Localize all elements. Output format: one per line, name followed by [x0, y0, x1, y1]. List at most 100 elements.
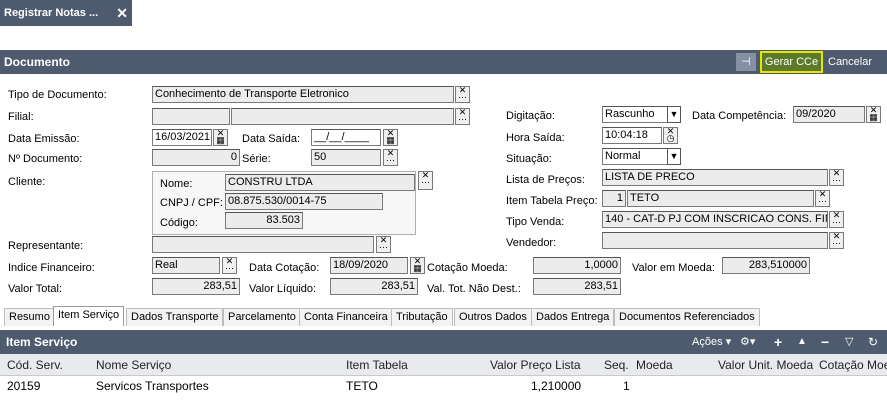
cotacao-moeda-label: Cotação Moeda:	[427, 262, 508, 274]
serie-field[interactable]: 50	[311, 149, 381, 166]
cliente-cnpj-field[interactable]: 08.875.530/0014-75	[225, 193, 383, 210]
tab-tributacao[interactable]: Tributação	[391, 308, 453, 326]
cancelar-button[interactable]: Cancelar	[828, 50, 872, 74]
remove-icon[interactable]: −	[821, 330, 829, 354]
numero-documento-label: Nº Documento:	[8, 153, 83, 165]
cell-seq: 1	[623, 379, 630, 393]
column-header[interactable]: Cotação Moe	[819, 354, 887, 376]
item-tabela-preco-field[interactable]: TETO	[627, 190, 814, 207]
valor-total-label: Valor Total:	[8, 283, 63, 295]
lookup-icon[interactable]: ✕ ⋯	[829, 169, 844, 186]
data-competencia-label: Data Competência:	[692, 110, 787, 122]
cell-item-tabela: TETO	[346, 379, 378, 393]
cliente-nome-field[interactable]: CONSTRU LTDA	[225, 174, 415, 191]
column-header[interactable]: Cód. Serv.	[7, 354, 63, 376]
data-cotacao-label: Data Cotação:	[249, 262, 320, 274]
lookup-clear-icon[interactable]: ✕ ⋯	[455, 108, 470, 125]
tipo-venda-field[interactable]: 140 - CAT-D PJ COM INSCRICAO CONS. FINAL	[602, 211, 828, 228]
tipo-documento-label: Tipo de Documento:	[8, 89, 107, 101]
document-header: Documento ⊣ Gerar CCe Cancelar	[0, 50, 887, 74]
tab-parcelamento[interactable]: Parcelamento	[223, 308, 301, 326]
cliente-label: Cliente:	[8, 176, 46, 188]
lookup-icon[interactable]: ✕ ⋯	[376, 236, 391, 253]
tab-documentos-referenciados[interactable]: Documentos Referenciados	[614, 308, 760, 326]
settings-icon[interactable]: ⚙▾	[740, 330, 755, 354]
cotacao-moeda-field[interactable]: 1,0000	[533, 257, 621, 274]
section-title: Documento	[4, 55, 70, 69]
vendedor-label: Vendedor:	[506, 237, 557, 249]
valor-liquido-field[interactable]: 283,51	[330, 278, 418, 295]
section-title: Item Serviço	[6, 335, 78, 349]
pin-icon[interactable]: ⊣	[736, 53, 756, 71]
tab-dados-entrega[interactable]: Dados Entrega	[531, 308, 615, 326]
lookup-icon[interactable]: ✕ ⋯	[383, 149, 398, 166]
calendar-icon[interactable]: ✕ ▦	[383, 129, 398, 146]
add-icon[interactable]: +	[774, 330, 782, 354]
grid-header: Cód. Serv. Nome Serviço Item Tabela Valo…	[0, 354, 887, 376]
column-header[interactable]: Valor Unit. Moeda	[718, 354, 813, 376]
situacao-label: Situação:	[506, 153, 552, 165]
indice-financeiro-label: Indice Financeiro:	[8, 262, 95, 274]
column-header[interactable]: Nome Serviço	[96, 354, 171, 376]
representante-field[interactable]	[152, 236, 374, 253]
close-icon[interactable]: ✕	[116, 0, 128, 26]
tab-resumo[interactable]: Resumo	[4, 308, 55, 326]
serie-label: Série:	[242, 153, 271, 165]
refresh-icon[interactable]: ↻	[868, 330, 878, 354]
item-tabela-preco-label: Item Tabela Preço:	[506, 195, 598, 207]
tab-dados-transporte[interactable]: Dados Transporte	[126, 308, 224, 326]
column-header[interactable]: Seq.	[604, 354, 629, 376]
filter-icon[interactable]: ▽	[845, 330, 853, 354]
lista-precos-field[interactable]: LISTA DE PRECO	[602, 169, 828, 186]
lookup-icon[interactable]: ✕ ⋯	[815, 190, 830, 207]
data-emissao-field[interactable]: 16/03/2021	[152, 129, 212, 146]
cliente-codigo-field[interactable]: 83.503	[225, 212, 303, 229]
calendar-icon[interactable]: ✕ ▦	[410, 257, 425, 274]
data-saida-field[interactable]: __/__/____	[311, 129, 381, 146]
column-header[interactable]: Item Tabela	[346, 354, 408, 376]
cell-nome-servico: Servicos Transportes	[96, 379, 209, 393]
val-tot-nao-dest-label: Val. Tot. Não Dest.:	[427, 283, 521, 295]
table-row[interactable]: 20159 Servicos Transportes TETO 1,210000…	[0, 376, 887, 396]
column-header[interactable]: Moeda	[636, 354, 673, 376]
situacao-select[interactable]: Normal	[602, 148, 668, 165]
column-header[interactable]: Valor Preço Lista	[490, 354, 581, 376]
window-tab[interactable]: Registrar Notas ... ✕	[0, 0, 132, 26]
filial-code-field[interactable]	[152, 108, 230, 125]
tab-item-servico[interactable]: Item Serviço	[53, 306, 125, 326]
val-tot-nao-dest-field[interactable]: 283,51	[533, 278, 621, 295]
valor-em-moeda-label: Valor em Moeda:	[632, 262, 715, 274]
lookup-icon[interactable]: ✕ ⋯	[829, 211, 844, 228]
numero-documento-field[interactable]: 0	[152, 149, 240, 166]
indice-financeiro-field[interactable]: Real	[152, 257, 220, 274]
tab-conta-financeira[interactable]: Conta Financeira	[299, 308, 393, 326]
tab-outros-dados[interactable]: Outros Dados	[454, 308, 532, 326]
lookup-icon[interactable]: ✕ ⋯	[222, 257, 237, 274]
tipo-documento-field[interactable]: Conhecimento de Transporte Eletronico	[152, 86, 454, 103]
chevron-down-icon[interactable]: ▼	[667, 148, 681, 165]
data-cotacao-field[interactable]: 18/09/2020	[330, 257, 408, 274]
calendar-icon[interactable]: ✕ ▦	[213, 129, 228, 146]
lookup-icon[interactable]: ✕ ⋯	[829, 232, 844, 249]
data-competencia-field[interactable]: 09/2020	[793, 106, 865, 123]
calendar-icon[interactable]: ✕ ▦	[866, 106, 881, 123]
digitacao-select[interactable]: Rascunho	[602, 106, 668, 123]
acoes-menu[interactable]: Ações ▾	[692, 330, 731, 354]
filial-field[interactable]	[231, 108, 454, 125]
hora-saida-field[interactable]: 10:04:18	[602, 127, 662, 144]
valor-total-field[interactable]: 283,51	[152, 278, 240, 295]
representante-label: Representante:	[8, 240, 84, 252]
lookup-icon[interactable]: ✕ ⋯	[418, 171, 433, 190]
valor-em-moeda-field[interactable]: 283,510000	[722, 257, 810, 274]
clock-icon[interactable]: ✕ ◷	[663, 127, 678, 144]
digitacao-label: Digitação:	[506, 110, 555, 122]
vendedor-field[interactable]	[602, 232, 828, 249]
move-up-icon[interactable]: ▲	[797, 330, 807, 354]
lookup-clear-icon[interactable]: ✕ ⋯	[455, 86, 470, 103]
chevron-down-icon[interactable]: ▼	[667, 106, 681, 123]
cell-cod-serv: 20159	[7, 379, 41, 393]
gerar-cce-button[interactable]: Gerar CCe	[760, 51, 823, 73]
lista-precos-label: Lista de Preços:	[506, 174, 585, 186]
window-tab-title: Registrar Notas ...	[4, 7, 99, 19]
item-tabela-preco-num[interactable]: 1	[602, 190, 626, 207]
